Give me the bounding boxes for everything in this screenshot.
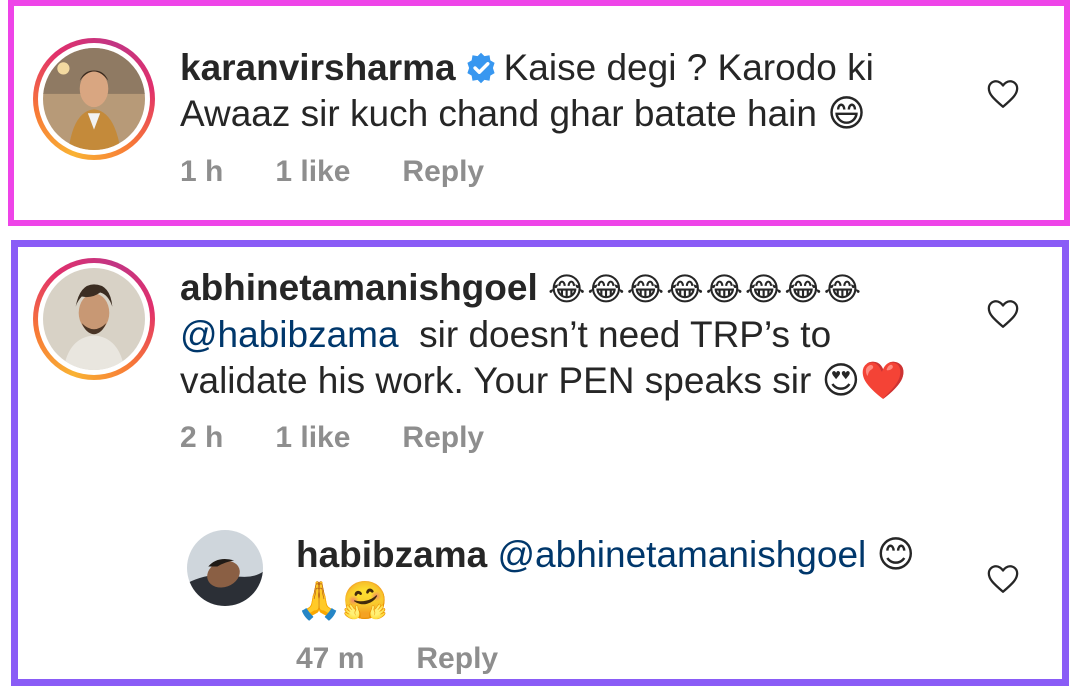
timestamp: 1 h: [180, 155, 224, 188]
comment-text-3: habibzama @abhinetamanishgoel 😊 🙏🤗: [296, 532, 976, 624]
comment-meta-3: 47 m Reply: [296, 642, 550, 676]
comment-emojis: 😂😂😂😂😂😂😂😂: [548, 270, 864, 308]
comment-body-line3: validate his work. Your PEN speaks sir 😍…: [180, 360, 907, 401]
avatar-image: [43, 268, 145, 370]
heart-outline-icon[interactable]: [986, 78, 1020, 110]
comment-body-line2: sir doesn’t need TRP’s to: [419, 314, 832, 355]
mention-link[interactable]: @abhinetamanishgoel: [498, 534, 867, 575]
comment-meta-2: 2 h 1 like Reply: [180, 421, 536, 455]
comment-body-line1: Kaise degi ? Karodo ki: [503, 47, 874, 88]
comment-meta-1: 1 h 1 like Reply: [180, 155, 536, 189]
reply-button[interactable]: Reply: [402, 421, 484, 454]
avatar-image: [43, 48, 145, 150]
mention-link[interactable]: @habibzama: [180, 314, 399, 355]
heart-outline-icon[interactable]: [986, 298, 1020, 330]
username[interactable]: abhinetamanishgoel: [180, 267, 538, 308]
heart-outline-icon[interactable]: [986, 563, 1020, 595]
avatar-karanvirsharma[interactable]: [33, 38, 155, 160]
timestamp: 2 h: [180, 421, 224, 454]
comment-text-1: karanvirsharma Kaise degi ? Karodo ki Aw…: [180, 45, 960, 137]
avatar-abhinetamanishgoel[interactable]: [33, 258, 155, 380]
comment-emoji: 😊: [876, 533, 916, 576]
comment-text-2: abhinetamanishgoel 😂😂😂😂😂😂😂😂 @habibzama s…: [180, 265, 980, 404]
username[interactable]: habibzama: [296, 534, 487, 575]
likes-count[interactable]: 1 like: [275, 421, 350, 454]
avatar-habibzama[interactable]: [187, 530, 263, 606]
reply-button[interactable]: Reply: [416, 642, 498, 675]
reply-button[interactable]: Reply: [402, 155, 484, 188]
comment-body-line2: Awaaz sir kuch chand ghar batate hain 😄: [180, 93, 866, 134]
verified-badge-icon: [467, 52, 495, 84]
likes-count[interactable]: 1 like: [275, 155, 350, 188]
timestamp: 47 m: [296, 642, 365, 675]
username[interactable]: karanvirsharma: [180, 47, 456, 88]
comment-body-line2: 🙏🤗: [296, 579, 389, 622]
